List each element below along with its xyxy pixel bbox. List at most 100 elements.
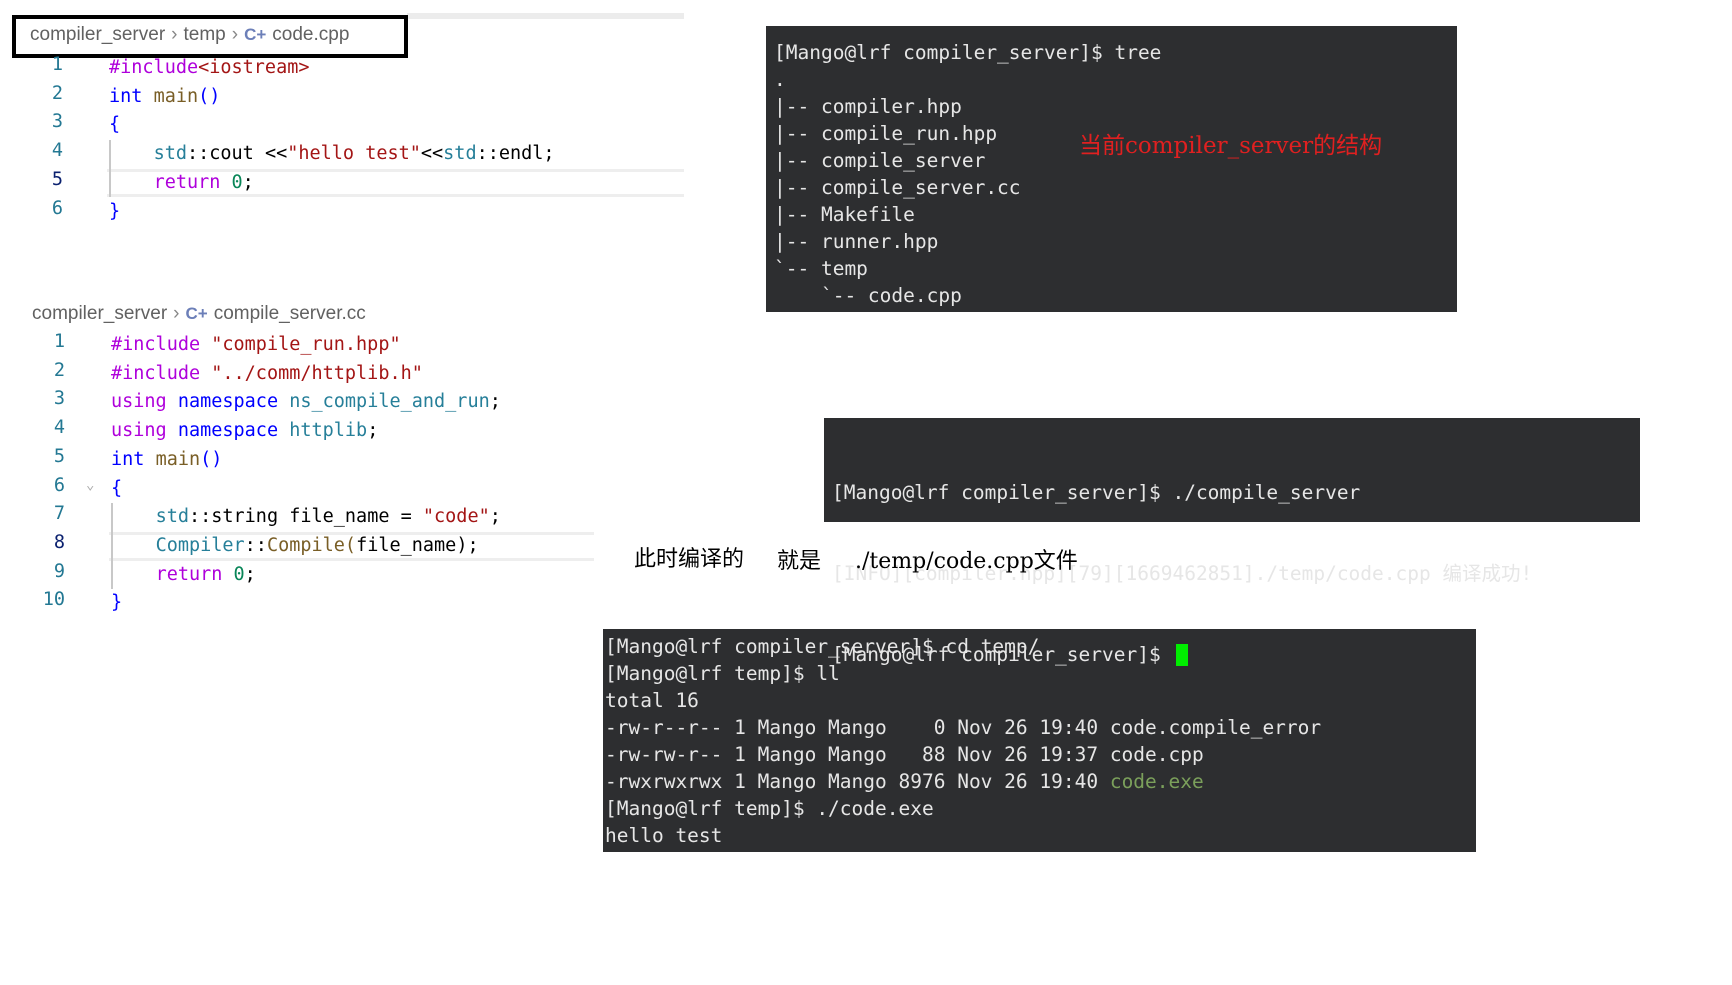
code-token: #include [111, 362, 201, 384]
code-line[interactable]: 4 std::cout <<"hello test"<<std::endl; [0, 140, 684, 169]
terminal-text: -rw-rw-r-- 1 Mango Mango 88 Nov 26 19:37… [605, 743, 1204, 766]
line-number: 1 [53, 331, 65, 352]
breadcrumb-item[interactable]: compiler_server [30, 24, 165, 46]
line-number: 6 [53, 474, 65, 496]
line-number: 2 [51, 82, 63, 104]
code-token: ns_compile_and_run [289, 391, 490, 413]
code-token: namespace [177, 391, 279, 413]
code-line[interactable]: 3{ [0, 111, 684, 140]
code-token: httplib [289, 420, 368, 442]
code-line[interactable]: 8 Compiler::Compile(file_name); [54, 531, 594, 561]
chevron-right-icon: › [173, 303, 180, 324]
code-line[interactable]: 4 using namespace httplib; [0, 417, 594, 446]
terminal-line: |-- compile_server.cc [774, 176, 1021, 199]
code-token: { [111, 477, 123, 499]
code-text: int main() [109, 83, 220, 112]
code-line[interactable]: 5 int main() [0, 446, 594, 475]
note-text-1: 此时编译的 [634, 547, 745, 572]
code-token: main [155, 448, 201, 470]
terminal-text: total 16 [605, 689, 699, 712]
note-text-2: 就是 [777, 549, 822, 574]
code-token: ; [244, 563, 256, 585]
code-token: namespace [177, 420, 279, 442]
code-text: using namespace httplib; [111, 417, 378, 446]
code-token: ( [344, 534, 357, 556]
code-token: return [155, 563, 223, 585]
code-line[interactable]: 10} [0, 589, 594, 618]
code-line[interactable]: 2 #include "../comm/httplib.h" [0, 360, 594, 389]
terminal-line: . [774, 68, 786, 91]
code-token: std [155, 506, 189, 528]
code-line[interactable]: 9 return 0; [0, 561, 594, 590]
terminal-line: hello test [605, 822, 1321, 849]
line-number: 9 [53, 560, 65, 582]
code-token: int [111, 448, 145, 470]
code-token: std [153, 143, 187, 165]
code-token: #include [109, 57, 199, 78]
code-token: "code" [422, 506, 490, 528]
code-token: #include [111, 334, 201, 355]
code-text: return 0; [109, 169, 254, 198]
code-token: file_name [356, 534, 457, 556]
code-line[interactable]: 5 return 0; [52, 168, 684, 198]
terminal-text: [Mango@lrf temp]$ ll [605, 662, 840, 685]
code-line[interactable]: 1 #include "compile_run.hpp" [0, 331, 594, 360]
breadcrumb-item[interactable]: code.cpp [272, 24, 349, 46]
code-text: return 0; [111, 561, 256, 590]
code-token: Compile [266, 534, 345, 556]
code-token: "../comm/httplib.h" [211, 362, 423, 384]
line-number: 10 [42, 589, 65, 611]
chevron-right-icon: › [231, 24, 239, 45]
code-line[interactable]: 7 std::string file_name = "code"; [0, 503, 594, 532]
structure-annotation: 当前compiler_server的结构 [1079, 133, 1383, 159]
code-token: ::cout << [186, 143, 288, 165]
terminal-line: |-- compiler.hpp [774, 95, 962, 118]
breadcrumb-item[interactable]: compiler_server [32, 303, 167, 325]
code-line[interactable]: 3 using namespace ns_compile_and_run; [0, 388, 594, 417]
executable-filename: code.exe [1109, 770, 1204, 793]
code-token: <iostream> [198, 57, 310, 78]
code-token: << [420, 143, 444, 165]
code-text: { [109, 111, 120, 140]
breadcrumb: compiler_server › temp › C+ code.cpp [30, 24, 349, 46]
code-text: std::cout <<"hello test"<<std::endl; [109, 140, 555, 169]
code-token: using [111, 391, 167, 413]
note-text-3: ./temp/code.cpp文件 [855, 549, 1078, 574]
breadcrumb-item[interactable]: compile_server.cc [214, 303, 366, 325]
code-token: ; [367, 420, 379, 442]
terminal-tree[interactable]: [Mango@lrf compiler_server]$ tree. |-- co… [766, 26, 1457, 312]
code-token: main [153, 85, 199, 107]
line-number: 5 [51, 168, 63, 190]
terminal-cursor [1176, 643, 1189, 666]
code-token: ::string file_name = [188, 506, 423, 528]
code-line[interactable]: 1 #include<iostream> [0, 54, 684, 83]
code-token: :: [244, 534, 267, 556]
code-token: } [111, 592, 123, 614]
terminal-line: [Mango@lrf compiler_server]$ ./compile_s… [832, 481, 1361, 504]
code-line[interactable]: 2 int main() [0, 83, 684, 112]
code-line[interactable]: 6} [0, 198, 684, 227]
fold-chevron-icon[interactable]: ⌄ [86, 477, 94, 493]
code-text: #include<iostream> [109, 54, 310, 83]
code-token: 0 [231, 171, 243, 193]
code-token: () [200, 448, 223, 470]
code-text: #include "../comm/httplib.h" [111, 360, 423, 389]
code-token: } [109, 200, 121, 222]
indent-guide [109, 140, 111, 198]
code-text: } [109, 198, 120, 227]
terminal-line: |-- runner.hpp [774, 230, 939, 253]
breadcrumb-item[interactable]: temp [183, 24, 225, 46]
terminal-line: [Mango@lrf temp]$ ./code.exe [605, 795, 1321, 822]
terminal-line: total 16 [605, 687, 1321, 714]
terminal-run[interactable]: [Mango@lrf compiler_server]$ ./compile_s… [824, 418, 1640, 666]
line-number: 3 [53, 388, 65, 410]
